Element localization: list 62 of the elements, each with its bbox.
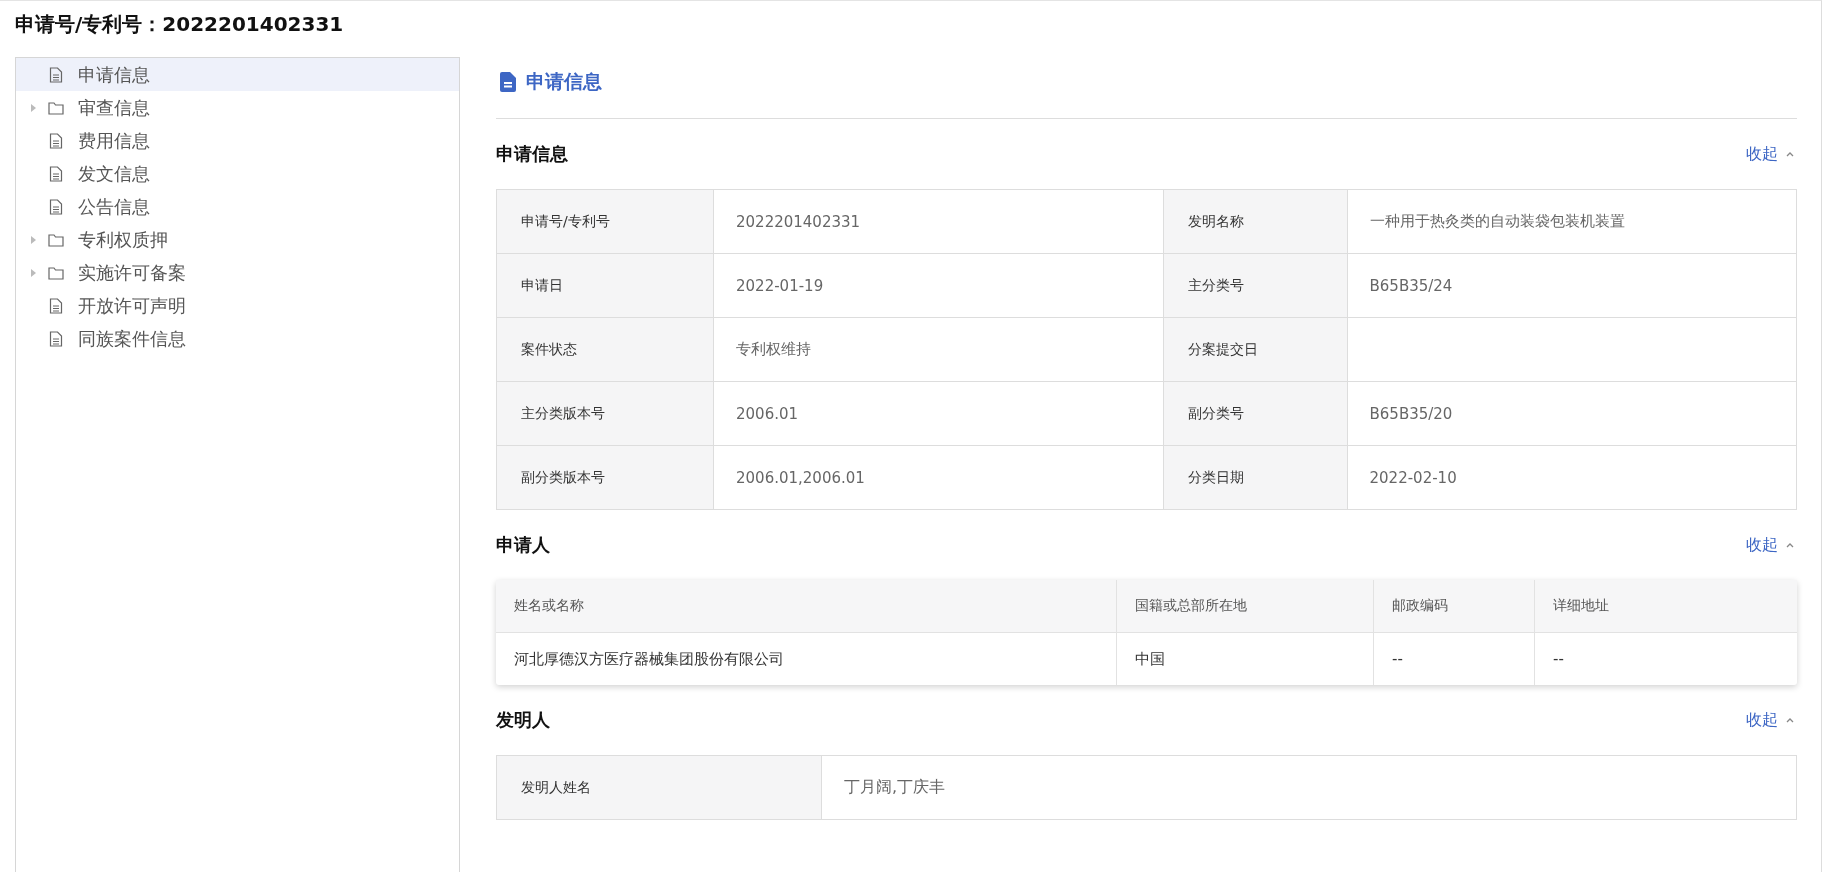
collapse-toggle[interactable]: 收起 bbox=[1743, 709, 1797, 731]
document-icon bbox=[48, 165, 64, 182]
field-value: B65B35/24 bbox=[1347, 254, 1797, 318]
field-value: 专利权维持 bbox=[714, 318, 1164, 382]
sidebar-item[interactable]: 审查信息 bbox=[16, 91, 459, 124]
content-title: 申请信息 bbox=[526, 69, 602, 94]
sidebar-item[interactable]: 费用信息 bbox=[16, 124, 459, 157]
field-label: 副分类版本号 bbox=[497, 446, 714, 510]
section-title: 申请人 bbox=[496, 533, 550, 557]
page-title: 申请号/专利号：2022201402331 bbox=[14, 11, 345, 38]
chevron-up-icon bbox=[1786, 542, 1794, 548]
field-label: 申请号/专利号 bbox=[497, 190, 714, 254]
sidebar-item[interactable]: 开放许可声明 bbox=[16, 289, 459, 322]
field-value: 2022-01-19 bbox=[714, 254, 1164, 318]
column-header: 国籍或总部所在地 bbox=[1117, 580, 1374, 633]
folder-icon bbox=[48, 232, 64, 247]
caret-right-icon[interactable] bbox=[30, 235, 36, 244]
column-header: 邮政编码 bbox=[1374, 580, 1535, 633]
document-icon bbox=[48, 330, 64, 347]
field-value: 2022201402331 bbox=[714, 190, 1164, 254]
document-icon bbox=[500, 72, 516, 92]
collapse-toggle[interactable]: 收起 bbox=[1743, 534, 1797, 556]
sidebar-item[interactable]: 发文信息 bbox=[16, 157, 459, 190]
sidebar-item[interactable]: 实施许可备案 bbox=[16, 256, 459, 289]
section-title: 发明人 bbox=[496, 708, 550, 732]
document-icon bbox=[48, 297, 64, 314]
field-label: 发明名称 bbox=[1163, 190, 1348, 254]
column-header: 详细地址 bbox=[1535, 580, 1797, 633]
field-value: 丁月阔,丁庆丰 bbox=[822, 756, 1797, 820]
document-icon bbox=[48, 198, 64, 215]
field-value: 一种用于热灸类的自动装袋包装机装置 bbox=[1347, 190, 1797, 254]
field-label: 分类日期 bbox=[1163, 446, 1348, 510]
table-cell-text: -- bbox=[1552, 649, 1565, 670]
field-label: 申请日 bbox=[497, 254, 714, 318]
field-value: 2022-02-10 bbox=[1347, 446, 1797, 510]
table-cell: -- bbox=[1374, 633, 1535, 685]
field-label: 主分类版本号 bbox=[497, 382, 714, 446]
table-cell: 河北厚德汉方医疗器械集团股份有限公司 bbox=[496, 633, 1117, 685]
sidebar-item[interactable]: 申请信息 bbox=[16, 58, 459, 91]
field-label: 副分类号 bbox=[1163, 382, 1348, 446]
collapse-toggle[interactable]: 收起 bbox=[1743, 143, 1797, 165]
document-icon bbox=[48, 66, 64, 83]
sidebar-item[interactable]: 同族案件信息 bbox=[16, 322, 459, 355]
sidebar-item[interactable]: 公告信息 bbox=[16, 190, 459, 223]
column-header: 姓名或名称 bbox=[496, 580, 1117, 633]
field-value: 2006.01 bbox=[714, 382, 1164, 446]
field-label: 案件状态 bbox=[497, 318, 714, 382]
section-title: 申请信息 bbox=[496, 142, 568, 166]
field-value: B65B35/20 bbox=[1347, 382, 1797, 446]
chevron-up-icon bbox=[1786, 151, 1794, 157]
table-cell: 中国 bbox=[1117, 633, 1374, 685]
field-label: 发明人姓名 bbox=[497, 756, 822, 820]
field-label: 主分类号 bbox=[1163, 254, 1348, 318]
document-icon bbox=[48, 132, 64, 149]
field-label: 分案提交日 bbox=[1163, 318, 1348, 382]
sidebar-item[interactable]: 专利权质押 bbox=[16, 223, 459, 256]
chevron-up-icon bbox=[1786, 717, 1794, 723]
field-value: 2006.01,2006.01 bbox=[714, 446, 1164, 510]
caret-right-icon[interactable] bbox=[30, 268, 36, 277]
folder-icon bbox=[48, 265, 64, 280]
caret-right-icon[interactable] bbox=[30, 103, 36, 112]
folder-icon bbox=[48, 100, 64, 115]
